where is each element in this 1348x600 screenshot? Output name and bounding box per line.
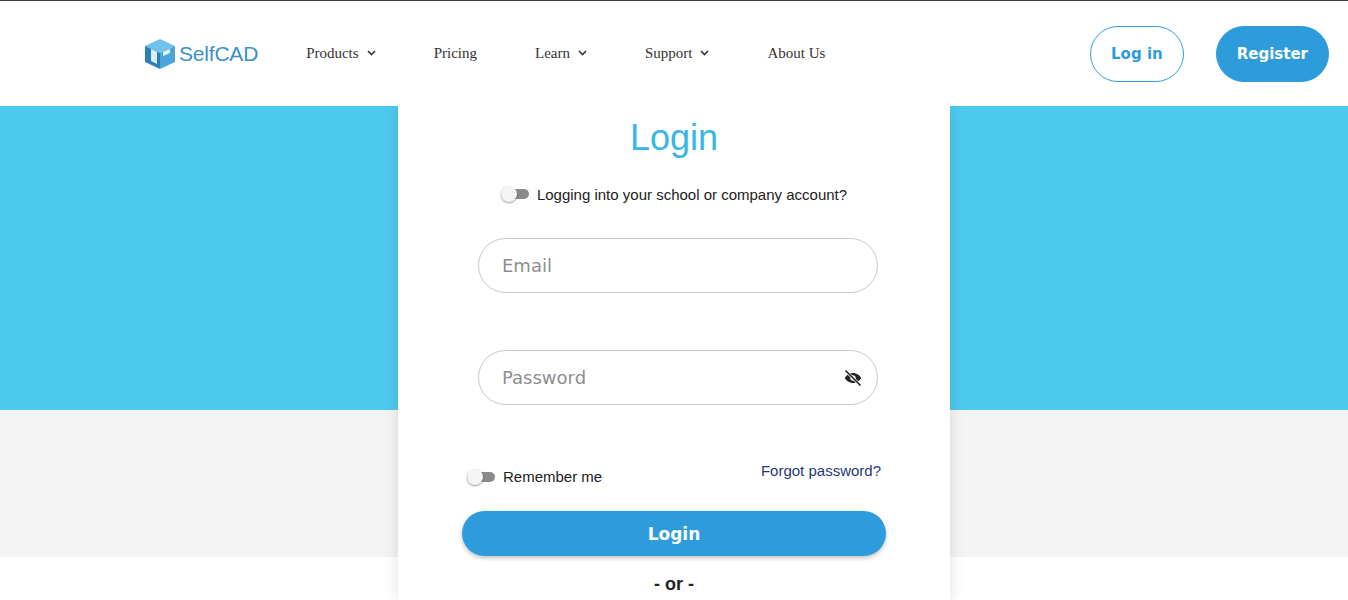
main-nav: Products Pricing Learn Support About Us bbox=[306, 45, 825, 62]
toggle-switch[interactable] bbox=[501, 189, 529, 199]
site-header: SelfCAD Products Pricing Learn Support About … bbox=[0, 0, 1348, 106]
nav-item[interactable]: Learn bbox=[535, 45, 587, 62]
register-button[interactable]: Register bbox=[1216, 26, 1329, 82]
or-divider: - or - bbox=[654, 574, 694, 594]
chevron-down-icon bbox=[578, 50, 587, 56]
login-title: Login bbox=[630, 112, 718, 164]
login-link-button[interactable]: Log in bbox=[1090, 26, 1184, 82]
toggle-knob bbox=[501, 186, 517, 202]
chevron-down-icon bbox=[367, 50, 376, 56]
forgot-password-link[interactable]: Forgot password? bbox=[761, 462, 881, 479]
nav-item[interactable]: Support bbox=[645, 45, 710, 62]
nav-item[interactable]: About Us bbox=[767, 45, 825, 62]
nav-item[interactable]: Products bbox=[306, 45, 376, 62]
toggle-switch[interactable] bbox=[467, 472, 495, 482]
toggle-knob bbox=[467, 469, 483, 485]
email-field bbox=[478, 238, 878, 293]
password-field bbox=[478, 350, 878, 405]
eye-off-icon[interactable] bbox=[843, 368, 863, 388]
logo[interactable]: SelfCAD bbox=[143, 38, 258, 70]
remember-row: Remember me Forgot password? bbox=[467, 462, 881, 485]
nav-item[interactable]: Pricing bbox=[434, 45, 477, 62]
page: SelfCAD Products Pricing Learn Support About … bbox=[0, 0, 1348, 600]
header-actions: Log in Register bbox=[1090, 26, 1329, 82]
login-button[interactable]: Login bbox=[462, 511, 886, 556]
password-input[interactable] bbox=[502, 367, 843, 388]
chevron-down-icon bbox=[700, 50, 709, 56]
org-account-toggle[interactable]: Logging into your school or company acco… bbox=[501, 184, 847, 204]
remember-me-toggle[interactable]: Remember me bbox=[467, 462, 602, 485]
cube-logo-icon bbox=[143, 38, 177, 70]
toggle-label: Logging into your school or company acco… bbox=[537, 186, 847, 203]
toggle-label: Remember me bbox=[503, 462, 602, 485]
hero-section: Login Logging into your school or company… bbox=[0, 106, 1348, 600]
brand-name: SelfCAD bbox=[179, 42, 258, 66]
login-card: Login Logging into your school or company… bbox=[398, 106, 950, 600]
email-input[interactable] bbox=[502, 255, 863, 276]
